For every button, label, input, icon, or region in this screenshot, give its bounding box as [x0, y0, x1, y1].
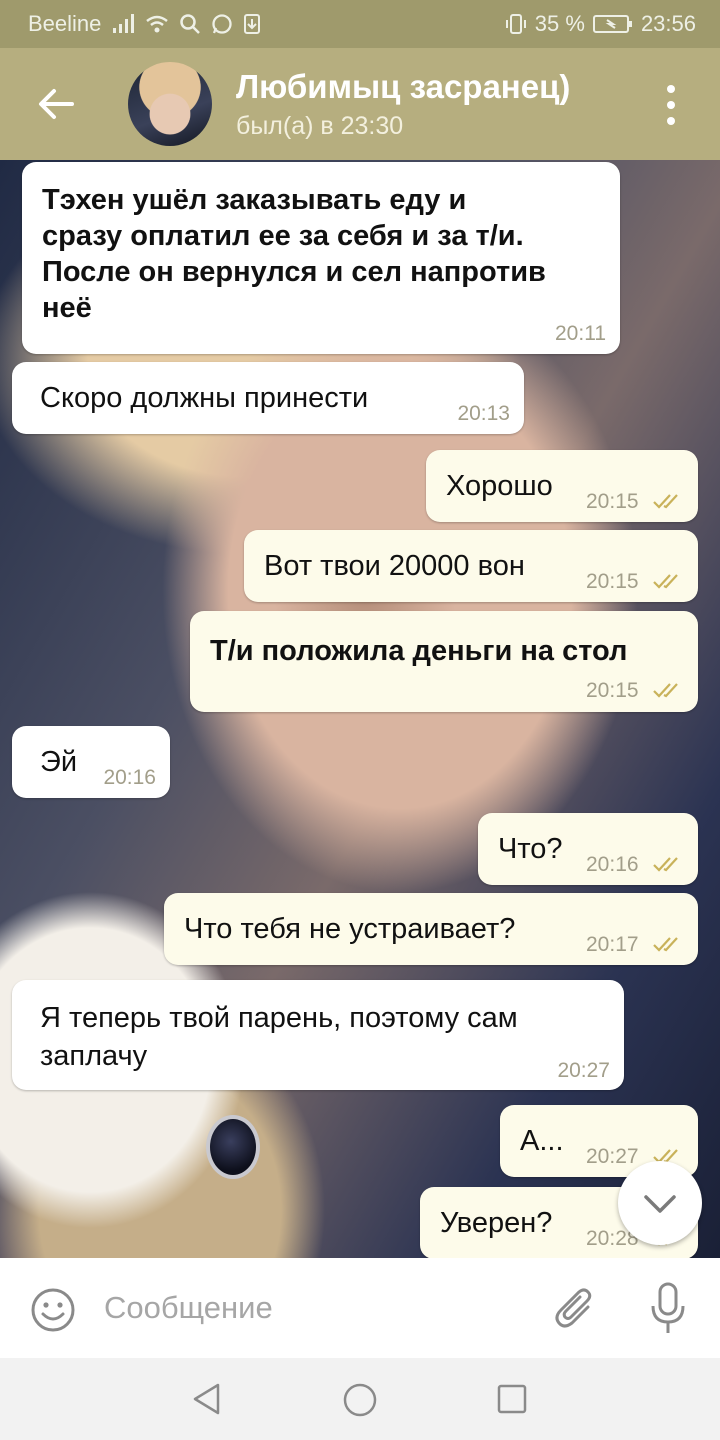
message-time: 20:27 — [557, 1059, 610, 1082]
chevron-down-icon — [644, 1195, 676, 1213]
message-time: 20:15 — [586, 679, 639, 702]
signal-icon — [113, 14, 135, 33]
chat-header: Любимыц засранец) был(а) в 23:30 — [0, 48, 720, 160]
message-text: неё — [42, 292, 92, 324]
message-time: 20:15 — [586, 570, 639, 593]
more-vertical-icon[interactable] — [656, 82, 686, 128]
message-text: Я теперь твой парень, поэтому сам — [40, 1002, 518, 1034]
message-time: 20:13 — [457, 402, 510, 425]
chat-area[interactable]: Тэхен ушёл заказывать еду и сразу оплати… — [0, 160, 720, 1258]
battery-percent: 35 % — [534, 11, 585, 36]
message-text: Хорошо — [446, 470, 553, 502]
double-check-icon — [653, 683, 678, 698]
message-bubble-incoming[interactable]: Я теперь твой парень, поэтому сам заплач… — [12, 980, 624, 1090]
smiley-icon[interactable] — [30, 1287, 76, 1333]
message-bubble-outgoing[interactable]: Вот твои 20000 вон 20:15 — [244, 530, 698, 602]
system-nav-bar — [0, 1358, 720, 1440]
search-icon — [180, 14, 201, 34]
carrier-label: Beeline — [28, 11, 102, 36]
message-bubble-outgoing[interactable]: Что? 20:16 — [478, 813, 698, 885]
message-time: 20:11 — [555, 322, 606, 345]
message-bubble-outgoing[interactable]: Хорошо 20:15 — [426, 450, 698, 522]
status-bar: Beeline 35 % 23:56 — [0, 0, 720, 48]
message-text: А... — [520, 1125, 564, 1157]
message-input[interactable]: Сообщение — [104, 1290, 273, 1326]
double-check-icon — [653, 937, 678, 952]
message-text: Что тебя не устраивает? — [184, 913, 516, 945]
message-bubble-incoming[interactable]: Тэхен ушёл заказывать еду и сразу оплати… — [22, 162, 620, 354]
download-icon — [244, 14, 261, 34]
arrow-left-icon[interactable] — [34, 82, 78, 126]
whatsapp-icon — [212, 14, 233, 34]
double-check-icon — [653, 494, 678, 509]
message-text: сразу оплатил ее за себя и за т/и. — [42, 220, 524, 252]
clock: 23:56 — [640, 11, 696, 36]
message-text: Что? — [498, 833, 563, 865]
message-text: Тэхен ушёл заказывать еду и — [42, 184, 467, 216]
double-check-icon — [653, 857, 678, 872]
message-text: Уверен? — [440, 1207, 553, 1239]
background-photo — [206, 1115, 260, 1179]
nav-recents-icon[interactable] — [497, 1384, 527, 1414]
message-bubble-incoming[interactable]: Эй 20:16 — [12, 726, 170, 798]
nav-back-icon[interactable] — [190, 1382, 224, 1416]
message-composer: Сообщение — [0, 1258, 720, 1358]
message-bubble-outgoing[interactable]: Т/и положила деньги на стол 20:15 — [190, 611, 698, 712]
double-check-icon — [653, 574, 678, 589]
message-text: Скоро должны принести — [40, 382, 369, 414]
message-time: 20:15 — [586, 490, 639, 513]
avatar[interactable] — [128, 62, 212, 146]
message-time: 20:17 — [586, 933, 639, 956]
message-bubble-incoming[interactable]: Скоро должны принести 20:13 — [12, 362, 524, 434]
battery-icon — [592, 15, 632, 33]
message-text: После он вернулся и сел напротив — [42, 256, 546, 288]
scroll-down-button[interactable] — [618, 1161, 702, 1245]
message-text: заплачу — [40, 1040, 148, 1072]
last-seen: был(а) в 23:30 — [236, 112, 404, 140]
paperclip-icon[interactable] — [552, 1285, 600, 1333]
nav-home-icon[interactable] — [342, 1382, 378, 1418]
message-text: Эй — [40, 746, 78, 778]
vibrate-icon — [505, 14, 526, 34]
microphone-icon[interactable] — [648, 1282, 688, 1336]
wifi-icon — [146, 15, 169, 33]
message-bubble-outgoing[interactable]: Что тебя не устраивает? 20:17 — [164, 893, 698, 965]
contact-name[interactable]: Любимыц засранец) — [236, 68, 570, 106]
message-time: 20:16 — [586, 853, 639, 876]
message-text: Т/и положила деньги на стол — [210, 635, 628, 667]
message-text: Вот твои 20000 вон — [264, 550, 525, 582]
message-time: 20:16 — [103, 766, 156, 789]
